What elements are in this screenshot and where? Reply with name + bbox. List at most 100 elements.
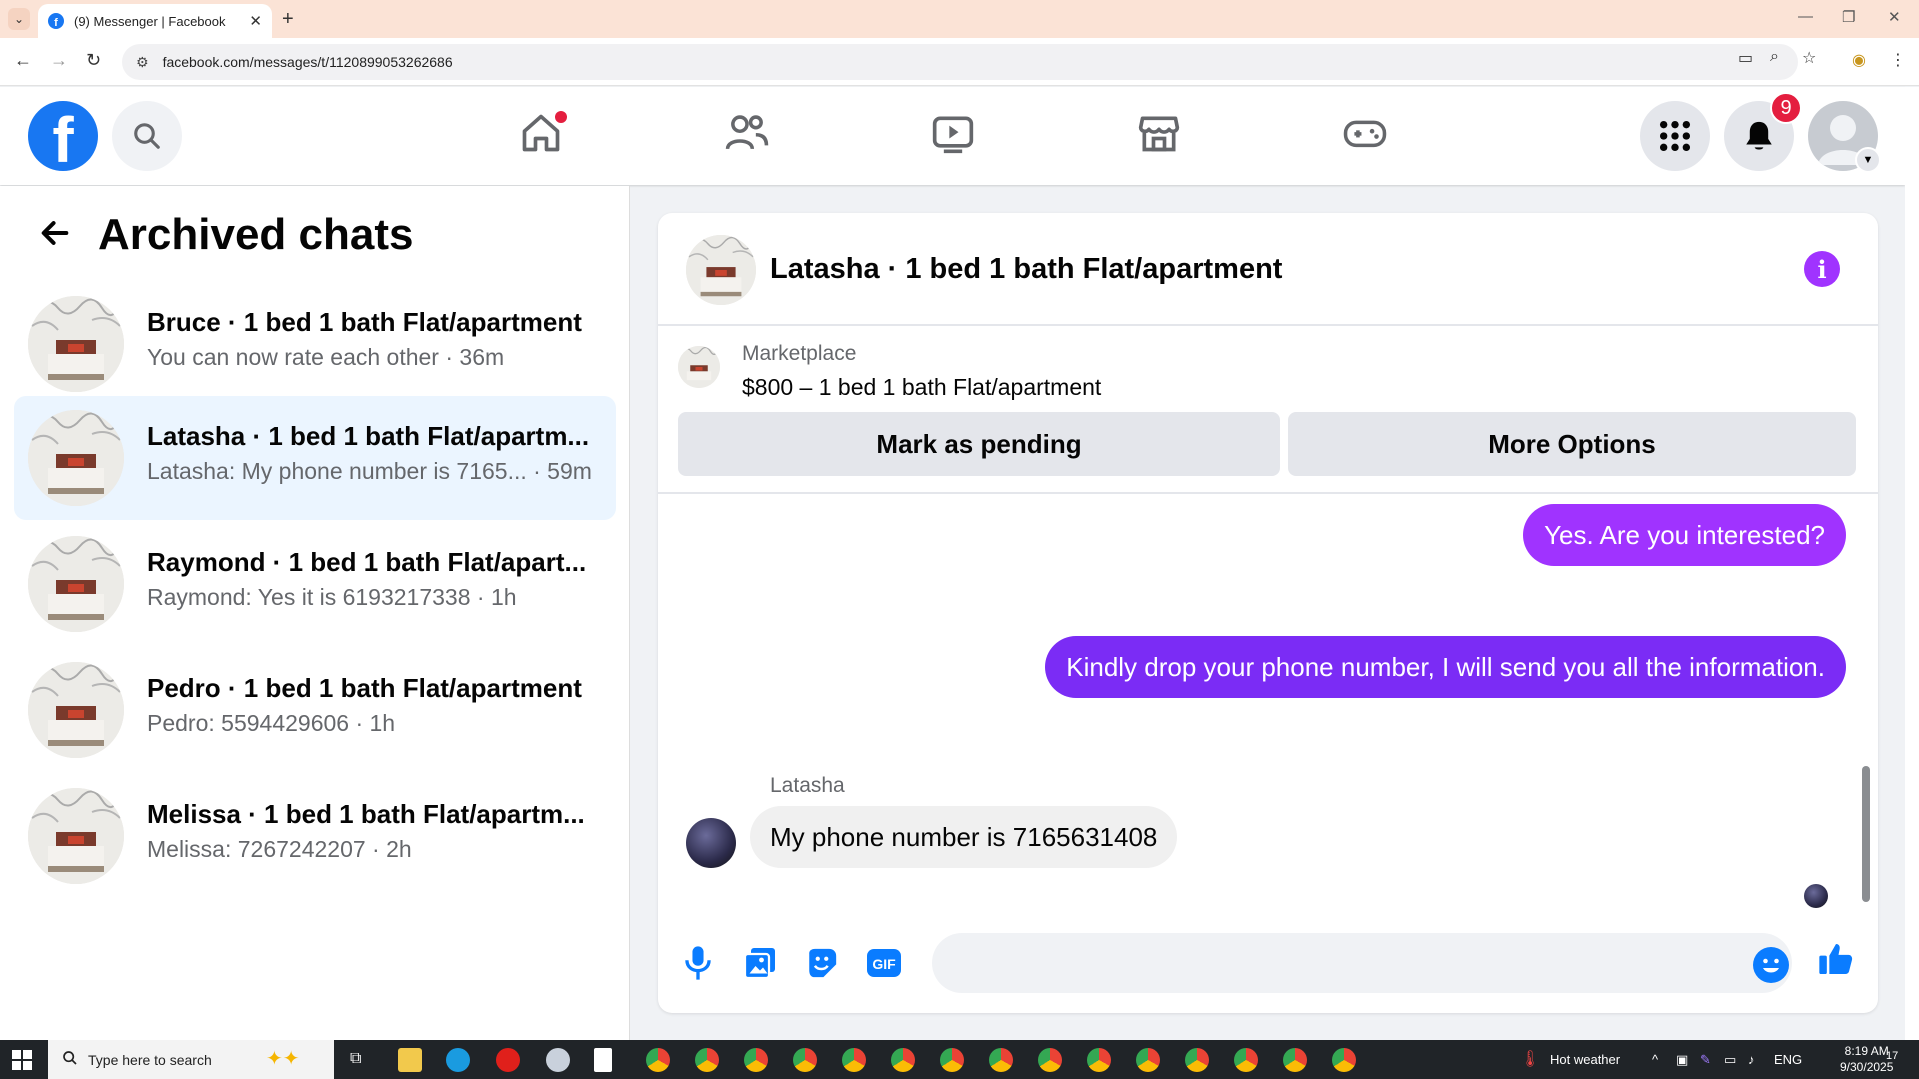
minimize-icon[interactable]: — (1798, 8, 1813, 25)
menu-grid-icon[interactable] (1640, 101, 1710, 171)
notification-center-icon[interactable]: 17 (1886, 1050, 1898, 1062)
chrome-icon[interactable] (1038, 1048, 1062, 1072)
message-input[interactable] (932, 933, 1792, 993)
gaming-icon[interactable] (1341, 109, 1389, 157)
listing-thumbnail (28, 788, 124, 884)
chat-list-item[interactable]: Melissa · 1 bed 1 bath Flat/apartm... Me… (14, 774, 616, 898)
chrome-icon[interactable] (646, 1048, 670, 1072)
windows-taskbar: Type here to search ✦✦ ⧉ 🌡 Hot weather ^… (0, 1040, 1919, 1079)
photo-gallery-icon[interactable] (740, 943, 780, 983)
opera-browser-icon[interactable] (496, 1048, 520, 1072)
chrome-icon[interactable] (940, 1048, 964, 1072)
tray-chevron-icon[interactable]: ^ (1652, 1052, 1658, 1067)
watch-video-icon[interactable] (929, 109, 977, 157)
gif-icon[interactable]: GIF (864, 943, 904, 983)
microphone-icon[interactable] (678, 943, 718, 983)
task-view-icon[interactable]: ⧉ (350, 1050, 361, 1068)
home-notification-dot (555, 111, 567, 123)
taskbar-search-icon (62, 1050, 78, 1069)
profile-icon[interactable]: ◉ (1852, 50, 1866, 70)
back-arrow-icon[interactable] (38, 216, 72, 255)
sender-avatar[interactable] (686, 818, 736, 868)
browser-toolbar: ← → ↻ ⚙ facebook.com/messages/t/11208990… (0, 38, 1919, 86)
forward-icon[interactable]: → (50, 50, 68, 71)
sticker-icon[interactable] (802, 943, 842, 983)
taskbar-search-box[interactable]: Type here to search ✦✦ (48, 1040, 334, 1079)
volume-icon[interactable]: ♪ (1748, 1052, 1755, 1067)
facebook-logo-icon[interactable]: f (28, 101, 98, 171)
message-sender-name: Latasha (770, 774, 845, 797)
chat-preview: You can now rate each other · 36m (147, 344, 505, 370)
notepad-icon[interactable] (594, 1048, 612, 1072)
page-scrollbar[interactable] (1905, 87, 1919, 1040)
browser-menu-icon[interactable]: ⋮ (1890, 50, 1906, 70)
message-composer: GIF (658, 923, 1878, 1003)
marketplace-label: Marketplace (742, 342, 857, 365)
windows-start-icon[interactable] (12, 1050, 32, 1070)
scrollbar-thumb[interactable] (1862, 766, 1870, 902)
chrome-icon[interactable] (891, 1048, 915, 1072)
chat-list-item-active[interactable]: Latasha · 1 bed 1 bath Flat/apartm... La… (14, 396, 616, 520)
info-icon[interactable]: i (1804, 251, 1840, 287)
browser-tab[interactable]: f (9) Messenger | Facebook ✕ (38, 4, 272, 38)
listing-title[interactable]: $800 – 1 bed 1 bath Flat/apartment (742, 374, 1101, 401)
friends-icon[interactable] (723, 109, 771, 157)
chrome-icon[interactable] (695, 1048, 719, 1072)
chrome-icon[interactable] (989, 1048, 1013, 1072)
chrome-icon[interactable] (1087, 1048, 1111, 1072)
chat-list-item[interactable]: Raymond · 1 bed 1 bath Flat/apart... Ray… (14, 522, 616, 646)
outgoing-message[interactable]: Kindly drop your phone number, I will se… (1045, 636, 1846, 698)
chrome-icon[interactable] (1136, 1048, 1160, 1072)
incoming-message[interactable]: My phone number is 7165631408 (750, 806, 1178, 868)
new-tab-button[interactable]: + (282, 8, 294, 31)
chat-name: Bruce · 1 bed 1 bath Flat/apartment (147, 307, 582, 337)
more-options-button[interactable]: More Options (1288, 412, 1856, 476)
chrome-icon[interactable] (842, 1048, 866, 1072)
chat-list-item[interactable]: Pedro · 1 bed 1 bath Flat/apartment Pedr… (14, 648, 616, 772)
search-icon[interactable] (112, 101, 182, 171)
site-info-icon[interactable]: ⚙ (136, 54, 149, 71)
bookmark-star-icon[interactable]: ☆ (1802, 48, 1816, 68)
thermometer-icon: 🌡 (1520, 1051, 1541, 1068)
reload-icon[interactable]: ↻ (86, 50, 101, 71)
edge-browser-icon[interactable] (446, 1048, 470, 1072)
chrome-icon[interactable] (1283, 1048, 1307, 1072)
chat-preview: Pedro: 5594429606 · 1h (147, 710, 396, 736)
chat-list-item[interactable]: Bruce · 1 bed 1 bath Flat/apartment You … (14, 282, 616, 406)
tab-close-icon[interactable]: ✕ (249, 12, 262, 30)
thumbs-up-icon[interactable] (1816, 939, 1856, 979)
install-app-icon[interactable]: ▭ (1738, 48, 1753, 68)
tray-app-icon[interactable]: ▣ (1676, 1052, 1688, 1068)
notification-count-badge: 9 (1770, 92, 1802, 124)
network-icon[interactable]: ▭ (1724, 1052, 1736, 1068)
conversation-title[interactable]: Latasha · 1 bed 1 bath Flat/apartment (770, 253, 1282, 286)
conversation-header: Latasha · 1 bed 1 bath Flat/apartment i (658, 213, 1878, 326)
marketplace-icon[interactable] (1135, 109, 1183, 157)
chrome-icon[interactable] (744, 1048, 768, 1072)
notification-center-count: 17 (1886, 1050, 1899, 1062)
chrome-icon[interactable] (1234, 1048, 1258, 1072)
address-bar[interactable]: ⚙ facebook.com/messages/t/11208990532626… (122, 44, 1798, 80)
search-highlight-icon: ✦✦ (266, 1048, 300, 1070)
chat-name: Latasha · 1 bed 1 bath Flat/apartm... (147, 421, 590, 451)
emoji-icon[interactable] (1753, 947, 1789, 983)
chrome-icon[interactable] (1332, 1048, 1356, 1072)
window-close-icon[interactable]: ✕ (1888, 8, 1901, 26)
language-indicator[interactable]: ENG (1774, 1052, 1802, 1067)
chrome-icon[interactable] (793, 1048, 817, 1072)
tab-search-button[interactable]: ⌄ (8, 8, 30, 30)
conversation-thumbnail[interactable] (686, 235, 756, 305)
chrome-icon[interactable] (1185, 1048, 1209, 1072)
mark-as-pending-button[interactable]: Mark as pending (678, 412, 1280, 476)
zoom-icon[interactable]: ⌕ (1770, 48, 1779, 66)
listing-thumbnail (28, 410, 124, 506)
restore-icon[interactable]: ❐ (1842, 8, 1855, 26)
tray-pen-icon[interactable]: ✎ (1700, 1052, 1711, 1068)
account-chevron-down-icon[interactable]: ▼ (1855, 147, 1881, 173)
file-explorer-icon[interactable] (398, 1048, 422, 1072)
taskbar-app-icon[interactable] (546, 1048, 570, 1072)
weather-text[interactable]: Hot weather (1550, 1052, 1620, 1067)
chat-preview: Melissa: 7267242207 · 2h (147, 836, 412, 862)
outgoing-message[interactable]: Yes. Are you interested? (1523, 504, 1846, 566)
back-icon[interactable]: ← (14, 50, 32, 71)
